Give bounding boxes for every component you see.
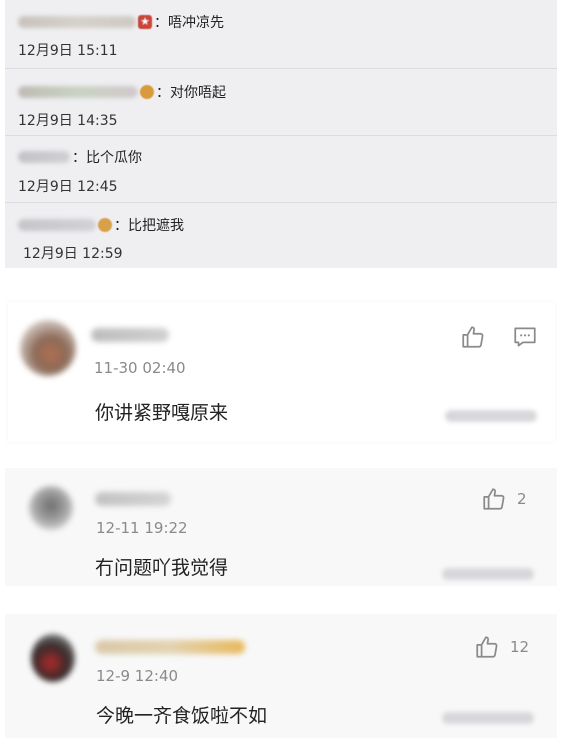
blurred-username [18,219,96,231]
comment-icon[interactable] [512,324,538,350]
blurred-username[interactable] [91,328,169,342]
reply-text: ：对你唔起 [156,85,226,101]
avatar[interactable] [29,486,73,530]
blurred-username [18,86,138,98]
reply-item[interactable]: ：比个瓜你 12月9日 12:45 [5,136,557,202]
reply-content: ：对你唔起 [18,80,226,104]
blurred-username [18,151,70,163]
emoji-badge-icon [98,218,112,232]
blurred-username [18,16,136,28]
comment-time: 12-9 12:40 [96,667,179,685]
reply-item[interactable]: ★ ：唔冲凉先 12月9日 15:11 [5,0,557,68]
reply-text: ：比把遮我 [114,218,184,234]
thumbs-up-icon[interactable] [460,324,486,350]
like-count: 12 [510,638,530,656]
comment-text: 今晚一齐食饭啦不如 [96,705,268,727]
blurred-username[interactable] [95,492,171,506]
reply-text: ：唔冲凉先 [154,15,224,31]
reply-time: 12月9日 14:35 [18,113,118,129]
avatar[interactable] [20,320,76,376]
reply-list: ★ ：唔冲凉先 12月9日 15:11 ：对你唔起 12月9日 14:35 ：比… [5,0,557,268]
reply-text: ：比个瓜你 [72,150,142,166]
reply-time: 12月9日 12:59 [23,246,123,262]
comment-card: 11-30 02:40 你讲紧野嘎原来 [8,302,555,442]
reply-content: ：比个瓜你 [18,145,142,169]
blurred-username[interactable] [95,640,245,654]
comment-text: 你讲紧野嘎原来 [95,402,229,424]
comment-time: 11-30 02:40 [94,359,186,377]
reply-item[interactable]: ：比把遮我 12月9日 12:59 [5,203,557,268]
blurred-meta [445,410,537,422]
emoji-badge-icon [140,85,154,99]
reply-time: 12月9日 12:45 [18,179,118,195]
star-badge-icon: ★ [138,15,152,29]
blurred-meta [442,712,534,724]
comment-time: 12-11 19:22 [96,519,188,537]
screenshot-collage: ★ ：唔冲凉先 12月9日 15:11 ：对你唔起 12月9日 14:35 ：比… [0,0,562,738]
comment-card: 12-11 19:22 冇问题吖我觉得 2 [5,468,557,586]
reply-time: 12月9日 15:11 [18,43,118,59]
avatar[interactable] [31,634,75,682]
blurred-meta [442,568,534,580]
like-count: 2 [517,490,527,508]
reply-content: ★ ：唔冲凉先 [18,10,224,34]
reply-content: ：比把遮我 [18,213,184,237]
thumbs-up-icon[interactable] [481,486,507,512]
comment-card: 12-9 12:40 今晚一齐食饭啦不如 12 [5,614,557,738]
comment-text: 冇问题吖我觉得 [95,557,229,579]
reply-item[interactable]: ：对你唔起 12月9日 14:35 [5,69,557,135]
thumbs-up-icon[interactable] [474,634,500,660]
